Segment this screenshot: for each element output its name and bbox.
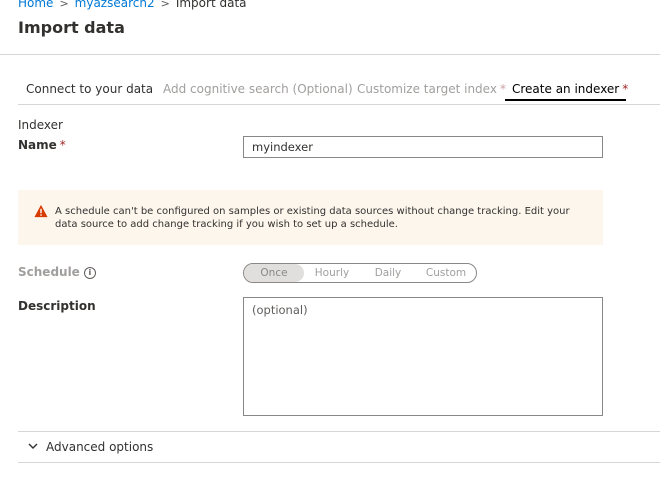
name-label: Name * <box>18 138 66 152</box>
header-divider <box>0 54 660 55</box>
schedule-warning-banner: A schedule can't be configured on sample… <box>18 190 603 245</box>
schedule-option-custom[interactable]: Custom <box>416 264 476 282</box>
tab-create-indexer[interactable]: Create an indexer * <box>512 82 628 96</box>
breadcrumb-service-link[interactable]: myazsearch2 <box>75 0 155 10</box>
required-marker: * <box>59 138 66 152</box>
schedule-label: Schedule i <box>18 265 96 279</box>
active-tab-indicator <box>505 99 626 101</box>
indexer-name-input[interactable]: myindexer <box>243 136 603 158</box>
schedule-label-text: Schedule <box>18 265 80 279</box>
schedule-option-hourly[interactable]: Hourly <box>304 264 360 282</box>
description-label: Description <box>18 299 96 313</box>
tab-label: Add cognitive search (Optional) <box>163 82 353 96</box>
advanced-options-toggle[interactable]: Advanced options <box>28 440 153 454</box>
chevron-down-icon <box>28 443 38 449</box>
tab-connect-data[interactable]: Connect to your data <box>26 82 153 96</box>
tab-label: Customize target index <box>357 82 497 96</box>
description-textarea[interactable]: (optional) <box>243 297 603 416</box>
schedule-option-daily[interactable]: Daily <box>360 264 416 282</box>
indexer-section-label: Indexer <box>18 118 63 132</box>
tab-label: Connect to your data <box>26 82 154 96</box>
wizard-tabs: Connect to your data Add cognitive searc… <box>18 80 660 105</box>
divider <box>18 462 660 463</box>
name-label-text: Name <box>18 138 57 152</box>
divider <box>18 431 660 432</box>
breadcrumb-current: Import data <box>175 0 247 10</box>
required-marker: * <box>622 82 629 96</box>
chevron-right-icon: > <box>59 0 69 10</box>
required-marker: * <box>499 82 506 96</box>
chevron-right-icon: > <box>160 0 170 10</box>
page-title: Import data <box>18 18 125 37</box>
schedule-option-once[interactable]: Once <box>244 264 304 282</box>
breadcrumb: Home > myazsearch2 > Import data <box>18 0 247 10</box>
warning-text: A schedule can't be configured on sample… <box>55 206 570 230</box>
warning-triangle-icon <box>34 204 48 218</box>
advanced-options-label: Advanced options <box>46 440 154 454</box>
schedule-selector: Once Hourly Daily Custom <box>243 263 477 283</box>
breadcrumb-home-link[interactable]: Home <box>18 0 53 10</box>
tab-label: Create an indexer <box>512 82 620 96</box>
tab-customize-index[interactable]: Customize target index * <box>357 82 506 96</box>
tab-cognitive-search[interactable]: Add cognitive search (Optional) <box>163 82 353 96</box>
info-icon[interactable]: i <box>83 267 96 279</box>
